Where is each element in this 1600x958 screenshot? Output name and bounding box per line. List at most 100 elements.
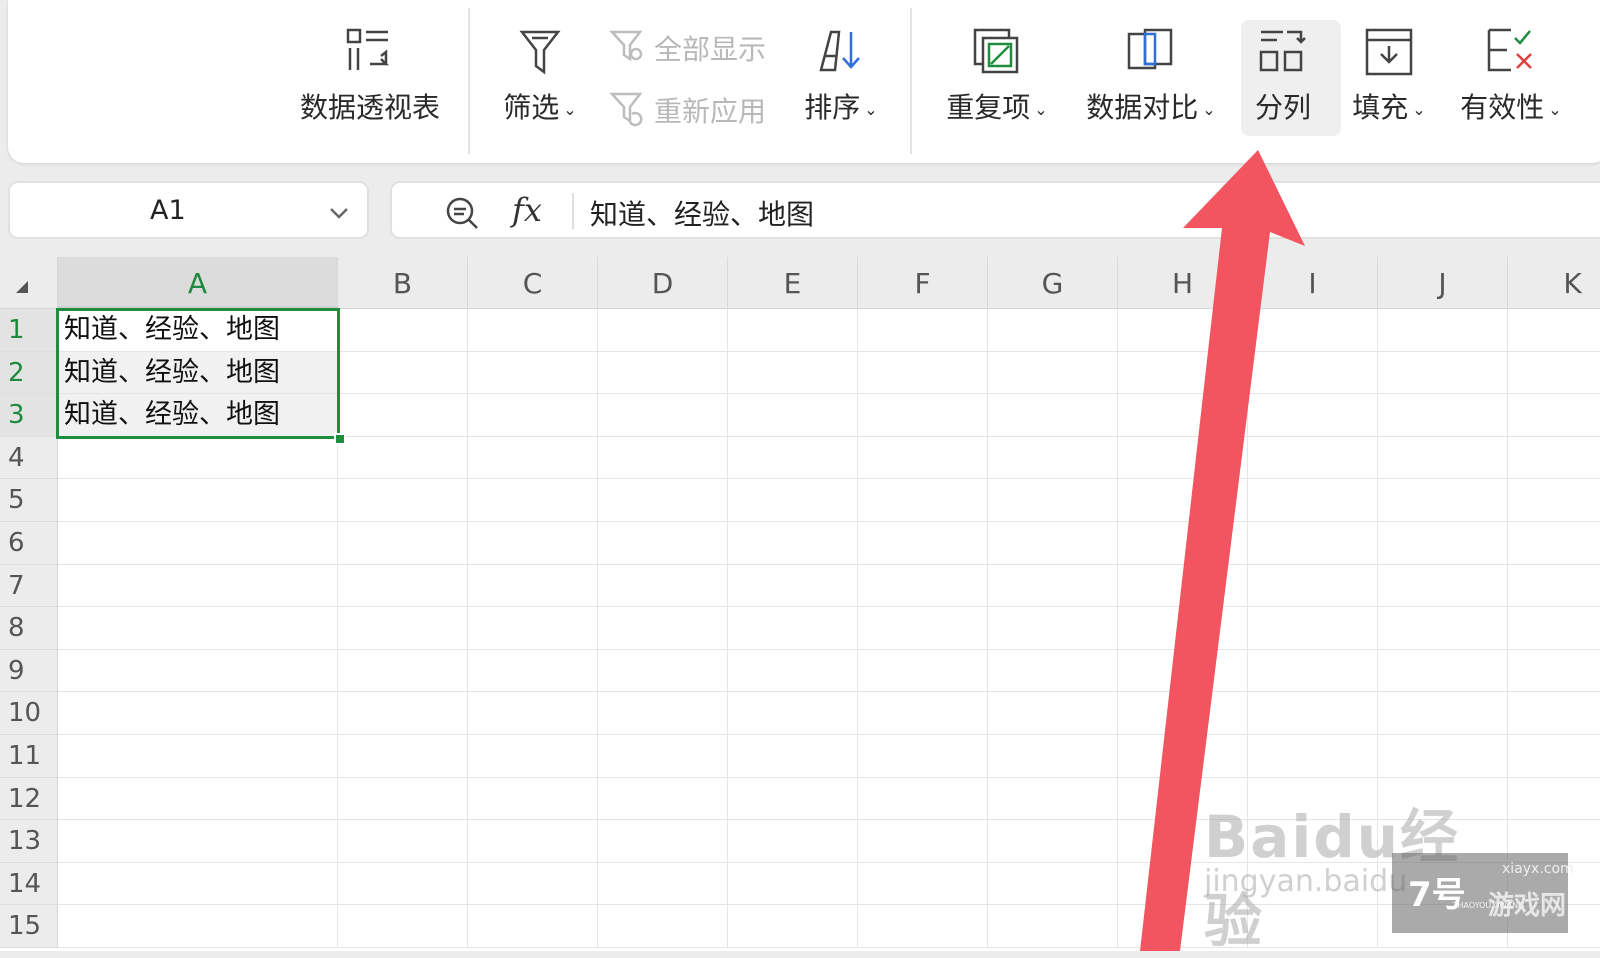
cell-k12[interactable] xyxy=(1508,778,1600,821)
row-header-13[interactable]: 13 xyxy=(0,820,58,863)
cell-k3[interactable] xyxy=(1508,394,1600,437)
cell-b5[interactable] xyxy=(338,479,468,522)
cell-f2[interactable] xyxy=(858,351,988,395)
cell-a8[interactable] xyxy=(58,607,338,650)
cell-j2[interactable] xyxy=(1378,351,1508,395)
cell-a15[interactable] xyxy=(58,905,338,948)
column-header-d[interactable]: D xyxy=(598,257,728,309)
validity-button[interactable]: 有效性 ⌄ xyxy=(1450,0,1572,150)
column-header-c[interactable]: C xyxy=(468,257,598,309)
cell-c12[interactable] xyxy=(468,777,598,821)
cell-b1[interactable] xyxy=(338,309,468,352)
cell-b12[interactable] xyxy=(338,777,468,821)
cell-c4[interactable] xyxy=(468,436,598,480)
cell-i2[interactable] xyxy=(1248,351,1378,395)
chevron-down-icon[interactable] xyxy=(327,201,351,225)
cell-j12[interactable] xyxy=(1378,777,1508,821)
row-header-6[interactable]: 6 xyxy=(0,522,58,565)
cell-f8[interactable] xyxy=(858,607,988,650)
cell-e13[interactable] xyxy=(728,820,858,863)
row-header-15[interactable]: 15 xyxy=(0,905,58,948)
cell-a13[interactable] xyxy=(58,820,338,863)
cell-c1[interactable] xyxy=(468,309,598,352)
filter-button[interactable]: 筛选 ⌄ xyxy=(490,0,590,150)
pivot-table-button[interactable]: 数据透视表 xyxy=(290,0,450,150)
column-header-a[interactable]: A xyxy=(58,257,338,309)
cell-h12[interactable] xyxy=(1118,777,1248,821)
cell-f3[interactable] xyxy=(858,394,988,437)
cell-g10[interactable] xyxy=(988,692,1118,735)
cell-g14[interactable] xyxy=(988,862,1118,906)
cell-e15[interactable] xyxy=(728,905,858,948)
cell-f6[interactable] xyxy=(858,522,988,565)
cell-j8[interactable] xyxy=(1378,607,1508,650)
cell-g1[interactable] xyxy=(988,309,1118,352)
cell-i3[interactable] xyxy=(1248,394,1378,437)
row-header-4[interactable]: 4 xyxy=(0,436,58,480)
cell-g9[interactable] xyxy=(988,649,1118,693)
cell-f11[interactable] xyxy=(858,735,988,778)
cell-i11[interactable] xyxy=(1248,735,1378,778)
cell-b6[interactable] xyxy=(338,522,468,565)
cell-j13[interactable] xyxy=(1378,820,1508,863)
cell-j10[interactable] xyxy=(1378,692,1508,735)
cell-g8[interactable] xyxy=(988,607,1118,650)
cell-h6[interactable] xyxy=(1118,522,1248,565)
cell-e14[interactable] xyxy=(728,862,858,906)
cell-d12[interactable] xyxy=(598,777,728,821)
cell-e5[interactable] xyxy=(728,479,858,522)
cell-d8[interactable] xyxy=(598,607,728,650)
cell-i14[interactable] xyxy=(1248,862,1378,906)
row-header-2[interactable]: 2 xyxy=(0,351,58,395)
formula-input[interactable]: 知道、经验、地图 xyxy=(590,193,814,233)
cell-a7[interactable] xyxy=(58,564,338,608)
cell-j4[interactable] xyxy=(1378,436,1508,480)
cell-a9[interactable] xyxy=(58,649,338,693)
cell-g11[interactable] xyxy=(988,735,1118,778)
split-column-button[interactable]: 分列 xyxy=(1233,0,1333,150)
cell-i12[interactable] xyxy=(1248,777,1378,821)
cell-d9[interactable] xyxy=(598,649,728,693)
formula-bar[interactable]: fx 知道、经验、地图 xyxy=(390,181,1600,239)
sort-button[interactable]: 排序 ⌄ xyxy=(796,0,886,150)
cell-d13[interactable] xyxy=(598,820,728,863)
cell-k9[interactable] xyxy=(1508,650,1600,693)
cell-d1[interactable] xyxy=(598,309,728,352)
column-header-h[interactable]: H xyxy=(1118,257,1248,309)
cell-k5[interactable] xyxy=(1508,479,1600,522)
cell-f7[interactable] xyxy=(858,564,988,608)
cell-f14[interactable] xyxy=(858,862,988,906)
row-header-11[interactable]: 11 xyxy=(0,735,58,778)
cell-j11[interactable] xyxy=(1378,735,1508,778)
cell-j15[interactable] xyxy=(1378,905,1508,948)
cell-f9[interactable] xyxy=(858,649,988,693)
function-icon[interactable]: fx xyxy=(512,191,542,229)
cell-c3[interactable] xyxy=(468,394,598,437)
cell-b2[interactable] xyxy=(338,351,468,395)
cell-f12[interactable] xyxy=(858,777,988,821)
cell-i8[interactable] xyxy=(1248,607,1378,650)
cell-e11[interactable] xyxy=(728,735,858,778)
reapply-button[interactable]: 重新应用 xyxy=(608,84,778,134)
cell-i9[interactable] xyxy=(1248,649,1378,693)
cell-e3[interactable] xyxy=(728,394,858,437)
cell-f1[interactable] xyxy=(858,309,988,352)
cell-d5[interactable] xyxy=(598,479,728,522)
column-header-f[interactable]: F xyxy=(858,257,988,309)
cell-g6[interactable] xyxy=(988,522,1118,565)
cell-j7[interactable] xyxy=(1378,564,1508,608)
cell-j6[interactable] xyxy=(1378,522,1508,565)
row-header-14[interactable]: 14 xyxy=(0,862,58,906)
fill-handle[interactable] xyxy=(334,433,346,445)
cell-k7[interactable] xyxy=(1508,565,1600,608)
cell-i10[interactable] xyxy=(1248,692,1378,735)
cell-f13[interactable] xyxy=(858,820,988,863)
cell-e10[interactable] xyxy=(728,692,858,735)
cell-b4[interactable] xyxy=(338,436,468,480)
cell-i13[interactable] xyxy=(1248,820,1378,863)
cell-a3[interactable]: 知道、经验、地图 xyxy=(58,394,338,437)
cell-c14[interactable] xyxy=(468,862,598,906)
cell-d4[interactable] xyxy=(598,436,728,480)
column-header-g[interactable]: G xyxy=(988,257,1118,309)
cell-e1[interactable] xyxy=(728,309,858,352)
